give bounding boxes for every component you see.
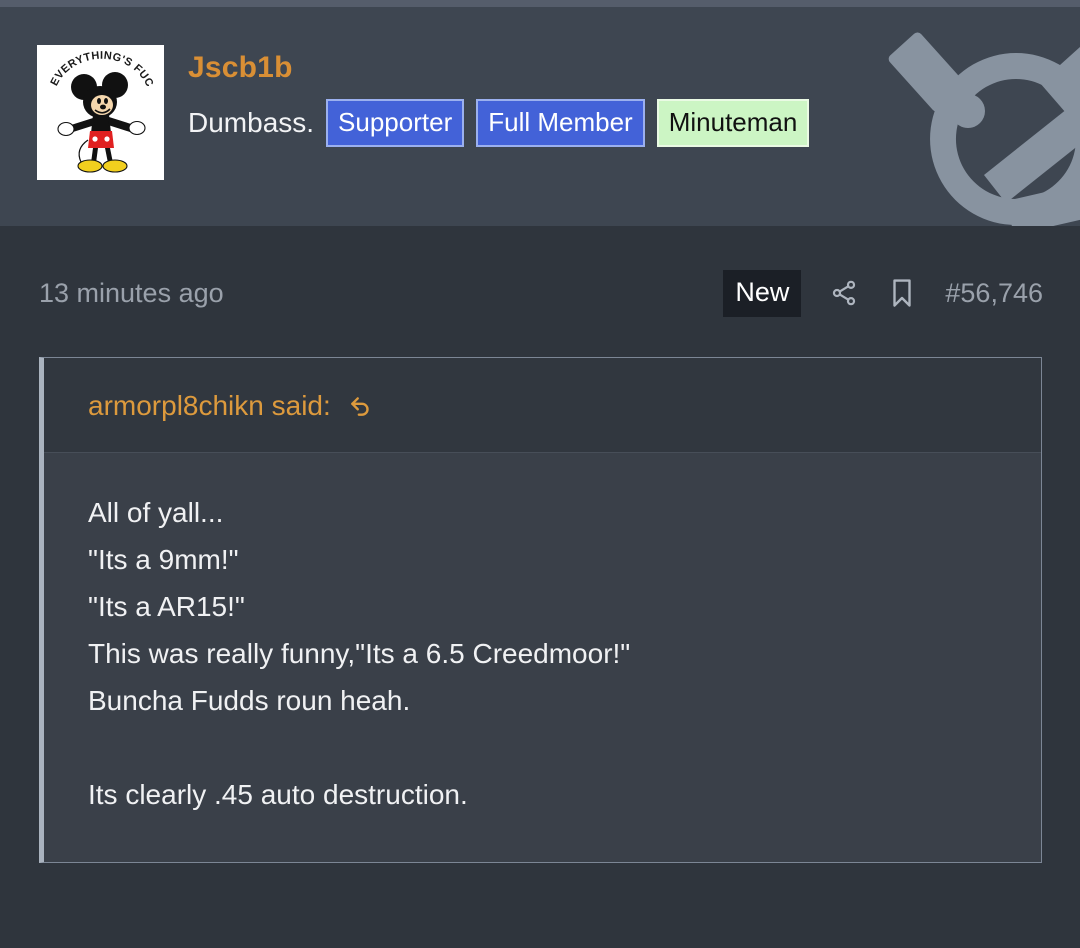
post-number[interactable]: #56,746 — [945, 279, 1043, 307]
post-meta-row: 13 minutes ago New #56,746 — [39, 269, 1043, 317]
bookmark-icon[interactable] — [887, 276, 917, 310]
forum-post-screen: EVERYTHING'S FUCKED — [0, 0, 1080, 948]
quote-line-blank — [88, 724, 1001, 771]
quote-header: armorpl8chikn said: — [44, 358, 1041, 453]
post-timestamp[interactable]: 13 minutes ago — [39, 279, 224, 307]
quote-line: All of yall... — [88, 497, 224, 528]
quote-author-link[interactable]: armorpl8chikn said: — [88, 392, 374, 420]
username-link[interactable]: Jscb1b — [188, 51, 809, 86]
post-user-header: EVERYTHING'S FUCKED — [0, 7, 1080, 226]
badge-supporter[interactable]: Supporter — [326, 98, 465, 147]
quote-block: armorpl8chikn said: All of yall... "Its … — [39, 357, 1042, 863]
previous-post-edge — [0, 0, 1080, 7]
quote-line: Buncha Fudds roun heah. — [88, 685, 411, 716]
user-identity-row: EVERYTHING'S FUCKED — [37, 45, 810, 180]
badge-minuteman[interactable]: Minuteman — [656, 98, 810, 147]
user-title: Dumbass. — [188, 106, 315, 138]
reply-arrow-icon[interactable] — [348, 393, 374, 419]
badge-full-member[interactable]: Full Member — [476, 98, 645, 147]
post-body: 13 minutes ago New #56,746 armorpl8chikn… — [0, 226, 1080, 948]
user-text-block: Jscb1b Dumbass. Supporter Full Member Mi… — [188, 45, 810, 147]
share-icon[interactable] — [829, 276, 859, 310]
avatar[interactable]: EVERYTHING'S FUCKED — [37, 45, 164, 180]
quote-text: All of yall... "Its a 9mm!" "Its a AR15!… — [44, 453, 1041, 862]
user-title-and-badges: Dumbass. Supporter Full Member Minuteman — [188, 98, 810, 147]
post-meta-actions: New #56,746 — [723, 269, 1043, 317]
quote-line: "Its a 9mm!" — [88, 544, 239, 575]
status-badge-new: New — [723, 269, 802, 317]
quote-line: Its clearly .45 auto destruction. — [88, 779, 468, 810]
quote-author-label: armorpl8chikn said: — [88, 390, 331, 421]
site-watermark-logo — [888, 25, 1080, 226]
quote-line: "Its a AR15!" — [88, 591, 245, 622]
quote-line: This was really funny,"Its a 6.5 Creedmo… — [88, 638, 631, 669]
